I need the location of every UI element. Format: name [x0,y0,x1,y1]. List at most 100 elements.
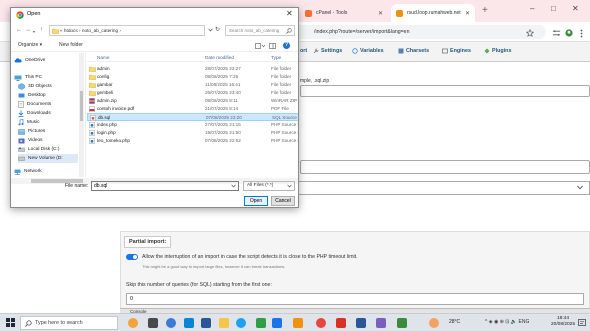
nav-item-label: 3D Objects [28,84,52,89]
dialog-close-button[interactable]: ✕ [286,9,293,18]
store-app-icon[interactable] [201,318,211,328]
file-row[interactable]: teo_tomeko.php 07/08/2025 22:52 PHP Sour… [87,137,298,145]
preview-pane-icon[interactable] [269,43,276,49]
view-options-icon[interactable] [255,43,265,49]
task-view-icon[interactable] [148,318,158,328]
new-folder-button[interactable]: New folder [59,42,83,48]
tab-close-icon[interactable]: ✕ [465,10,470,17]
nav-engines[interactable]: Engines [442,48,471,54]
taskbar-search-input[interactable]: Type here to search [20,316,118,330]
weather-temp[interactable]: 28°C [449,319,460,325]
tab-close-icon[interactable]: ✕ [378,10,383,17]
charsets-icon [398,48,404,54]
search-icon [25,320,32,327]
search-placeholder: Type here to search [35,320,83,326]
column-date-modified[interactable]: Date modified [205,55,234,60]
app-icon[interactable] [236,318,246,328]
nav-variables[interactable]: Variables [352,48,384,54]
open-file-dialog: Open ✕ ← → ▾ ↑ « htdocs › noto_ab_cateri… [10,7,299,208]
organize-button[interactable]: Organize ▾ [18,42,42,48]
maximize-button[interactable]: □ [551,4,556,13]
nav-downloads[interactable]: Downloads [18,109,51,118]
skip-queries-input[interactable]: 0 [126,293,584,305]
app-icon[interactable] [256,318,266,328]
app-icon[interactable] [293,318,303,328]
back-arrow-icon[interactable]: ← [16,27,22,33]
file-row[interactable]: gembeli 26/07/2025 23:40 File folder [87,89,298,97]
file-name-value: db.sql [94,183,108,189]
nav-music[interactable]: Music [18,118,40,127]
chevron-down-icon[interactable] [208,28,213,32]
file-row[interactable]: admin 28/07/2025 23:27 File folder [87,65,298,73]
word-app-icon[interactable] [356,318,366,328]
nav-this-pc[interactable]: This PC [14,73,42,82]
open-button[interactable]: Open [244,196,268,206]
nav-desktop[interactable]: Desktop [18,91,46,100]
navigation-pane: OneDrive This PC 3D Objects Desktop Docu… [11,53,86,177]
nav-import[interactable]: ort [300,48,307,54]
url-bar[interactable]: /index.php?route=/server/import&lang=en [270,25,546,39]
system-tray[interactable]: ^ ◈ ◉ ⊕ ⊡ 🔈 ENG [485,319,529,325]
extensions-icon[interactable] [552,29,561,37]
file-explorer-icon[interactable] [219,318,229,328]
window-close-button[interactable]: ✕ [572,4,579,13]
app-icon[interactable] [376,318,386,328]
app-icon[interactable] [272,318,282,328]
pictures-icon [18,128,25,135]
recent-locations-icon[interactable]: ▾ [33,29,35,34]
opera-app-icon[interactable] [316,318,326,328]
nav-3d-objects[interactable]: 3D Objects [18,82,52,91]
help-icon[interactable]: ? [283,42,290,49]
file-type: File folder [271,90,292,95]
windows-start-icon[interactable] [6,318,15,327]
nav-videos[interactable]: Videos [18,136,43,145]
file-type: File folder [271,66,292,71]
app-icon[interactable] [336,318,346,328]
profile-avatar-icon[interactable] [565,29,573,37]
nav-new-volume-d[interactable]: New Volume (D: [18,154,78,163]
minimize-button[interactable]: – [530,4,534,13]
address-path[interactable]: « htdocs › noto_ab_catering › [49,25,205,36]
nav-documents[interactable]: Documents [18,100,51,109]
file-type-select[interactable]: All Files (*.*) [243,181,295,191]
nav-pictures[interactable]: Pictures [18,127,45,136]
star-icon[interactable] [526,29,534,37]
allow-interrupt-toggle[interactable] [126,254,138,260]
cancel-button[interactable]: Cancel [271,196,295,206]
menu-kebab-icon[interactable] [580,29,583,38]
nav-local-disk-c[interactable]: Local Disk (C:) [18,145,59,154]
nav-charsets[interactable]: Charsets [398,48,429,54]
nav-plugins[interactable]: Plugins [484,48,511,54]
forward-arrow-icon[interactable]: → [25,27,31,33]
up-arrow-icon[interactable]: ↑ [40,27,43,33]
search-input[interactable]: Search noto_ab_catering [225,25,295,36]
file-row[interactable]: contoh invoice.pdf 21/07/2025 8:14 PDF F… [87,105,298,113]
chevron-down-icon[interactable] [231,184,236,188]
nav-onedrive[interactable]: OneDrive [14,56,45,65]
file-row-selected[interactable]: db.sql 07/08/2025 22:20 SQL Source File [87,113,298,121]
tab-cpanel[interactable]: cPanel - Tools ✕ [300,4,388,22]
notification-icon[interactable] [578,319,586,327]
nav-settings[interactable]: Settings [313,48,342,54]
new-tab-button[interactable]: + [482,5,488,16]
file-row[interactable]: index.php 27/07/2025 21:15 PHP Source Fi… [87,121,298,129]
file-row[interactable]: admin.zip 08/08/2025 8:11 WinRAR ZIP arc [87,97,298,105]
clock[interactable]: 18:44 20/08/2025 [551,316,575,328]
file-upload-input[interactable] [300,85,590,97]
cortana-app-icon[interactable] [128,318,138,328]
file-row[interactable]: login.php 19/07/2025 21:50 PHP Source Fi… [87,129,298,137]
edge-app-icon[interactable] [184,318,194,328]
column-type[interactable]: Type [271,55,281,60]
file-row[interactable]: gambar 11/08/2025 16:41 File folder [87,81,298,89]
column-name[interactable]: Name [97,55,110,60]
app-icon[interactable] [397,318,407,328]
nav-network[interactable]: Network [14,167,42,176]
tab-phpmyadmin[interactable]: rsud.loop.rumahweb.net / lo ✕ [391,4,475,22]
file-name-input[interactable]: db.sql [91,181,239,191]
upload-field[interactable] [300,160,590,174]
folder-icon [89,82,96,88]
refresh-icon[interactable]: ↻ [215,26,220,33]
nav-pane-scroll-thumb[interactable] [80,91,83,121]
chrome-app-icon[interactable] [166,318,176,328]
file-row[interactable]: config 08/08/2025 7:25 File folder [87,73,298,81]
